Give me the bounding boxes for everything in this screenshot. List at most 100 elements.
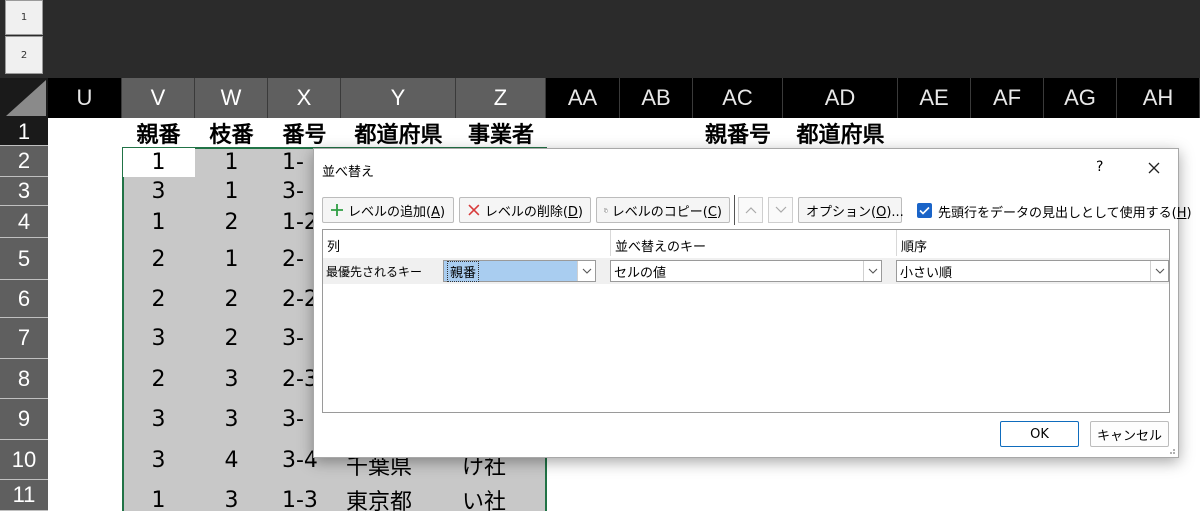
cell-ac1[interactable]: 親番号	[693, 118, 783, 148]
cell-v3[interactable]: 3	[122, 177, 195, 206]
cell-w10[interactable]: 4	[195, 440, 268, 480]
cell-w1[interactable]: 枝番	[195, 118, 268, 148]
cell-w5[interactable]: 1	[195, 238, 268, 280]
plus-icon	[331, 204, 343, 216]
chevron-up-icon	[745, 207, 756, 214]
cell-w9[interactable]: 3	[195, 399, 268, 440]
row-header-5[interactable]: 5	[0, 238, 48, 280]
grid-header-divider	[610, 230, 611, 256]
ok-button[interactable]: OK	[1000, 421, 1079, 447]
sort-column-value: 親番	[447, 260, 480, 282]
cell-v11[interactable]: 1	[122, 480, 195, 520]
close-button[interactable]	[1140, 155, 1168, 181]
copy-level-button[interactable]: レベルのコピー(C)	[596, 197, 730, 223]
chevron-down-icon[interactable]	[863, 261, 881, 281]
column-header-ac[interactable]: AC	[693, 78, 783, 118]
header-row-checkbox[interactable]	[917, 203, 932, 218]
copy-icon	[604, 208, 608, 212]
row-header-10[interactable]: 10	[0, 440, 48, 480]
column-header-y[interactable]: Y	[341, 78, 456, 118]
row-header-8[interactable]: 8	[0, 359, 48, 399]
chevron-down-icon[interactable]	[1150, 261, 1168, 281]
cell-v2[interactable]: 1	[122, 148, 195, 177]
cell-v9[interactable]: 3	[122, 399, 195, 440]
delete-x-icon	[468, 204, 480, 216]
outline-bar: 1 2	[0, 0, 1200, 78]
cell-v5[interactable]: 2	[122, 238, 195, 280]
row-header-9[interactable]: 9	[0, 399, 48, 440]
row-header-4[interactable]: 4	[0, 206, 48, 238]
column-header-row: U V W X Y Z AA AB AC AD AE AF AG AH	[0, 78, 1200, 118]
cell-w7[interactable]: 2	[195, 318, 268, 359]
cell-w11[interactable]: 3	[195, 480, 268, 520]
column-header-z[interactable]: Z	[456, 78, 546, 118]
cell-w8[interactable]: 3	[195, 359, 268, 399]
help-button[interactable]: ?	[1096, 159, 1103, 175]
grid-header-column: 列	[327, 240, 341, 255]
sort-order-value: 小さい順	[900, 265, 953, 281]
column-header-af[interactable]: AF	[971, 78, 1044, 118]
row-header-2[interactable]: 2	[0, 146, 48, 177]
row-header-1[interactable]: 1	[0, 118, 48, 146]
dialog-title: 並べ替え	[322, 165, 375, 180]
cell-v1[interactable]: 親番	[122, 118, 195, 148]
sort-level-row[interactable]: 最優先されるキー 親番 セルの値 小さい順	[323, 258, 1169, 284]
checkmark-icon	[919, 206, 930, 215]
column-header-ad[interactable]: AD	[783, 78, 898, 118]
grid-header-sort-on: 並べ替えのキー	[615, 240, 707, 255]
cell-v8[interactable]: 2	[122, 359, 195, 399]
sort-on-value: セルの値	[614, 265, 667, 281]
add-level-button[interactable]: レベルの追加(A)	[322, 197, 454, 223]
chevron-down-icon[interactable]	[577, 261, 595, 281]
cell-z1[interactable]: 事業者	[456, 118, 546, 148]
grid-header-order: 順序	[901, 240, 928, 255]
cell-v7[interactable]: 3	[122, 318, 195, 359]
cell-y1[interactable]: 都道府県	[341, 118, 456, 148]
cell-w2[interactable]: 1	[195, 148, 268, 177]
column-header-ah[interactable]: AH	[1117, 78, 1200, 118]
column-header-x[interactable]: X	[268, 78, 341, 118]
row-header-11[interactable]: 11	[0, 480, 48, 511]
sort-on-select[interactable]: セルの値	[610, 260, 882, 282]
cancel-button[interactable]: キャンセル	[1090, 421, 1169, 447]
select-all-button[interactable]	[0, 78, 48, 118]
delete-level-button[interactable]: レベルの削除(D)	[459, 197, 591, 223]
move-up-button[interactable]	[738, 197, 763, 223]
resize-grip-icon[interactable]	[1166, 445, 1176, 455]
options-button[interactable]: オプション(O)...	[798, 197, 904, 223]
toolbar-separator	[734, 195, 735, 225]
header-row-checkbox-label[interactable]: 先頭行をデータの見出しとして使用する(H)	[938, 202, 1192, 221]
cell-w3[interactable]: 1	[195, 177, 268, 206]
cell-v10[interactable]: 3	[122, 440, 195, 480]
outline-level-1-button[interactable]: 1	[5, 0, 43, 35]
column-header-ab[interactable]: AB	[620, 78, 693, 118]
sort-level-label: 最優先されるキー	[326, 265, 423, 279]
cell-x1[interactable]: 番号	[268, 118, 341, 148]
cell-z11[interactable]: い社	[462, 480, 542, 520]
row-header-3[interactable]: 3	[0, 177, 48, 206]
cell-w6[interactable]: 2	[195, 280, 268, 318]
sort-dialog: 並べ替え ? レベルの追加(A) レベルの削除(D) レベルのコピー(C) オプ…	[313, 148, 1192, 458]
grid-header-divider	[896, 230, 897, 256]
column-header-aa[interactable]: AA	[546, 78, 620, 118]
sort-levels-grid: 列 並べ替えのキー 順序 最優先されるキー 親番 セルの値 小さい順	[322, 229, 1170, 413]
row-header-7[interactable]: 7	[0, 318, 48, 359]
cell-v6[interactable]: 2	[122, 280, 195, 318]
outline-level-2-button[interactable]: 2	[5, 36, 43, 74]
close-icon	[1148, 162, 1160, 174]
move-down-button[interactable]	[768, 197, 793, 223]
column-header-ag[interactable]: AG	[1044, 78, 1117, 118]
cell-y11[interactable]: 東京都	[346, 480, 446, 520]
column-header-w[interactable]: W	[195, 78, 268, 118]
cell-v4[interactable]: 1	[122, 206, 195, 238]
cell-w4[interactable]: 2	[195, 206, 268, 238]
sort-column-select[interactable]: 親番	[443, 260, 596, 282]
chevron-down-icon	[775, 206, 786, 213]
column-header-v[interactable]: V	[122, 78, 195, 118]
cell-ad1[interactable]: 都道府県	[783, 118, 898, 148]
sort-order-select[interactable]: 小さい順	[896, 260, 1169, 282]
column-header-u[interactable]: U	[48, 78, 122, 118]
row-header-6[interactable]: 6	[0, 280, 48, 318]
column-header-ae[interactable]: AE	[898, 78, 971, 118]
cell-x11[interactable]: 1-3	[282, 480, 342, 520]
